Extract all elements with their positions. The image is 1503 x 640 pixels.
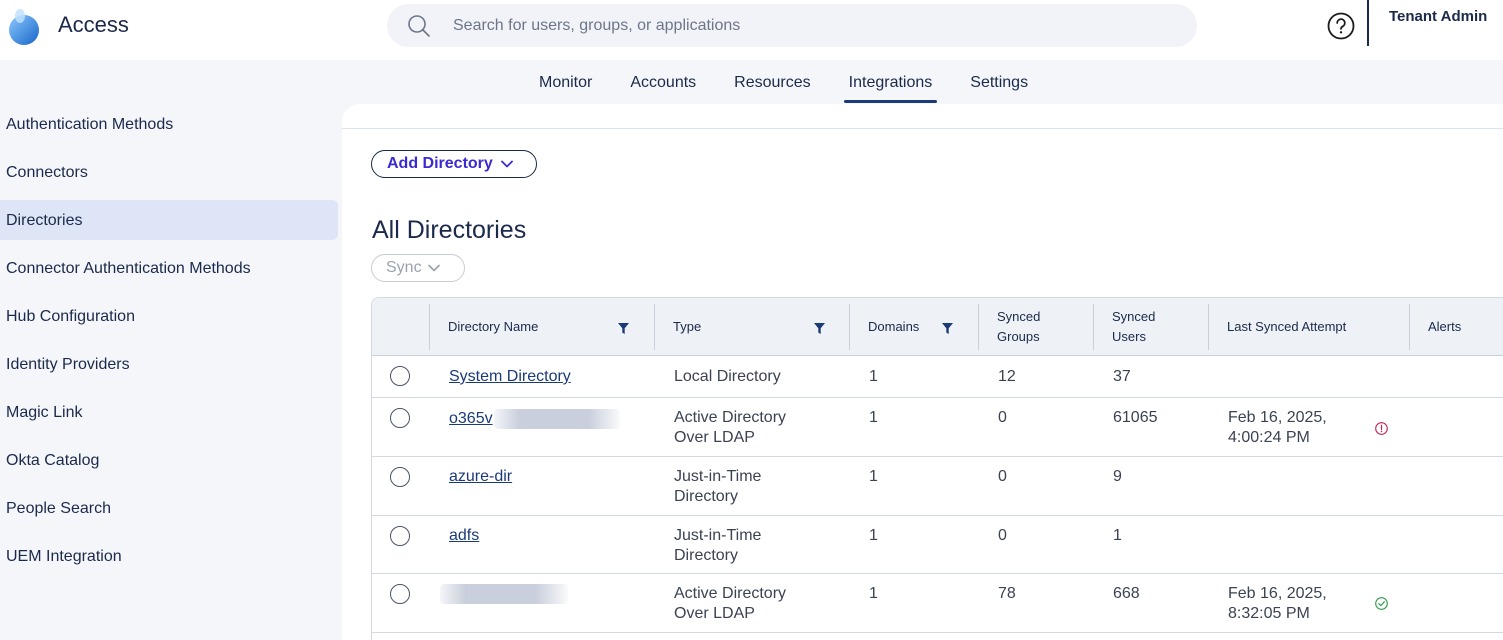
directory-name-link[interactable]: adfs [449,526,479,546]
directory-name-link[interactable]: System Directory [449,367,571,387]
directory-type: Active Directory Over LDAP [674,409,787,446]
chevron-down-icon [427,264,440,272]
sync-label: Sync [386,259,422,276]
domains-count: 1 [869,409,878,426]
directory-name-link[interactable]: o365v [449,409,493,429]
table-header: Directory Name Type Domains Synced Groups… [372,298,1503,356]
nav-tab-integrations[interactable]: Integrations [830,60,952,106]
sidebar-item-connectors[interactable]: Connectors [0,152,338,192]
sidebar-item-hub-configuration[interactable]: Hub Configuration [0,296,338,336]
search-input[interactable] [453,4,1173,47]
sidebar-item-magic-link[interactable]: Magic Link [0,392,338,432]
row-select-radio[interactable] [390,366,410,386]
column-header-domains[interactable]: Domains [849,298,978,356]
domains-count: 1 [869,527,878,544]
last-synced-attempt: Feb 16, 2025, 4:00:24 PM [1228,409,1327,446]
filter-icon[interactable] [618,323,629,334]
sync-button[interactable]: Sync [371,254,465,282]
sidebar-item-okta-catalog[interactable]: Okta Catalog [0,440,338,480]
nav-tab-settings[interactable]: Settings [951,60,1047,106]
chevron-down-icon [500,160,513,168]
column-header-last-synced-attempt[interactable]: Last Synced Attempt [1208,298,1409,356]
sidebar-item-authentication-methods[interactable]: Authentication Methods [0,104,338,144]
add-directory-button[interactable]: Add Directory [371,150,537,178]
directory-type: Just-in-Time Directory [674,468,762,505]
panel-divider [342,128,1503,129]
success-check-icon [1375,597,1388,610]
nav-tab-resources[interactable]: Resources [715,60,829,106]
search-bar[interactable] [387,4,1197,47]
row-select-radio[interactable] [390,467,410,487]
table-row: Active Directory Over LDAP 1 78 668 Feb 1… [372,574,1503,633]
main-panel: Add Directory All Directories Sync Direc… [342,104,1503,640]
directories-table: Directory Name Type Domains Synced Groups… [371,297,1503,640]
sidebar-item-directories[interactable]: Directories [0,200,338,240]
table-row: azure-dir Just-in-Time Directory 1 0 9 [372,457,1503,516]
nav-tab-accounts[interactable]: Accounts [611,60,715,106]
sidebar-item-connector-authentication-methods[interactable]: Connector Authentication Methods [0,248,338,288]
sidebar-item-people-search[interactable]: People Search [0,488,338,528]
synced-users-count: 668 [1113,585,1140,602]
synced-groups-count: 78 [998,585,1016,602]
synced-groups-count: 12 [998,368,1016,385]
synced-groups-count: 0 [998,409,1007,426]
synced-users-count: 9 [1113,468,1122,485]
table-row: System Directory Local Directory 1 12 37 [372,356,1503,398]
synced-users-count: 37 [1113,368,1131,385]
user-menu[interactable]: Tenant Admin [1389,8,1487,25]
column-header-label: Alerts [1428,319,1462,334]
row-select-radio[interactable] [390,526,410,546]
domains-count: 1 [869,468,878,485]
add-directory-label: Add Directory [387,155,493,172]
domains-count: 1 [869,585,878,602]
last-synced-attempt: Feb 16, 2025, 8:32:05 PM [1228,585,1327,622]
column-header-label: Domains [868,319,920,334]
row-select-radio[interactable] [390,408,410,428]
synced-groups-count: 0 [998,468,1007,485]
directory-type: Active Directory Over LDAP [674,585,787,622]
sidebar-item-identity-providers[interactable]: Identity Providers [0,344,338,384]
filter-icon[interactable] [942,323,953,334]
help-icon[interactable] [1327,12,1355,40]
sidebar: Authentication Methods Connectors Direct… [0,104,338,584]
row-select-radio[interactable] [390,584,410,604]
access-logo-icon [9,9,39,45]
synced-groups-count: 0 [998,527,1007,544]
top-divider [1367,0,1369,46]
column-header-alerts[interactable]: Alerts [1409,298,1503,356]
primary-nav: Monitor Accounts Resources Integrations … [520,60,1047,106]
sidebar-item-uem-integration[interactable]: UEM Integration [0,536,338,576]
redacted-directory-name[interactable] [440,584,568,604]
column-header-label: Synced Users [1112,309,1156,344]
synced-users-count: 1 [1113,527,1122,544]
synced-users-count: 61065 [1113,409,1158,426]
domains-count: 1 [869,368,878,385]
column-header-synced-groups[interactable]: Synced Groups [978,298,1093,356]
search-icon [408,15,430,37]
column-header-synced-users[interactable]: Synced Users [1093,298,1208,356]
table-row [372,633,1503,640]
error-alert-icon[interactable] [1375,422,1388,435]
page-title: All Directories [372,216,527,244]
column-header-label: Directory Name [448,319,539,334]
directory-type: Just-in-Time Directory [674,527,762,564]
redacted-text [494,409,620,429]
app-title: Access [58,12,129,37]
filter-icon[interactable] [814,323,825,334]
table-row: adfs Just-in-Time Directory 1 0 1 [372,516,1503,574]
column-header-label: Synced Groups [997,309,1041,344]
directory-name-link[interactable]: azure-dir [449,467,512,487]
directory-type: Local Directory [674,368,781,385]
table-row: o365v Active Directory Over LDAP 1 0 6106… [372,398,1503,457]
nav-tab-monitor[interactable]: Monitor [520,60,611,106]
top-bar: Access Tenant Admin [0,0,1503,60]
column-header-label: Last Synced Attempt [1227,319,1347,334]
column-header-label: Type [673,319,702,334]
